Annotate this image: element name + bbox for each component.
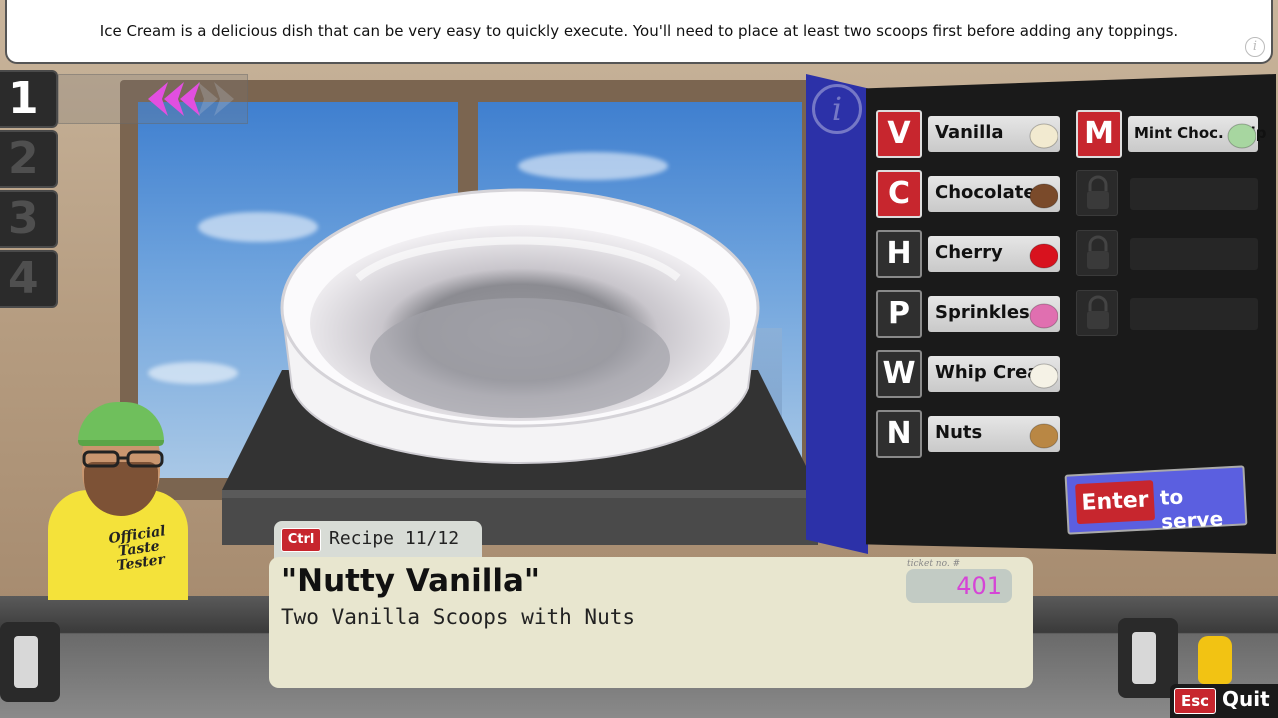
hotkey: V — [876, 110, 922, 158]
glasses-icon — [82, 450, 164, 468]
chocolate-scoop-icon — [1029, 183, 1058, 209]
ingredient-name: Chocolate — [935, 182, 1036, 203]
vanilla-scoop-icon — [1029, 123, 1058, 149]
order-slot-2[interactable]: 2 — [0, 130, 58, 188]
ticket-number: 401 — [906, 569, 1012, 603]
order-slot-4[interactable]: 4 — [0, 250, 58, 308]
ingredient-label: Vanilla — [928, 116, 1060, 152]
ingredient-label: Chocolate — [928, 176, 1060, 212]
mustard-bottle — [1198, 636, 1232, 684]
locked-slot — [1076, 170, 1266, 218]
lock-icon — [1087, 175, 1109, 209]
lock-icon — [1087, 235, 1109, 269]
ingredient-nuts-button[interactable]: N Nuts — [876, 410, 1066, 458]
ingredient-name: Sprinkles — [935, 302, 1030, 323]
hotkey: H — [876, 230, 922, 278]
locked-label — [1130, 238, 1258, 270]
info-tab[interactable] — [806, 74, 868, 554]
heat-lamp-right — [1118, 618, 1178, 698]
locked-key — [1076, 230, 1118, 276]
dish-description: Two Vanilla Scoops with Nuts — [281, 605, 636, 629]
hotkey: M — [1076, 110, 1122, 158]
serve-button[interactable]: Enter to serve — [1064, 465, 1248, 535]
esc-key: Esc — [1174, 688, 1216, 714]
ingredient-label: Whip Cream — [928, 356, 1060, 392]
hint-bar: Ice Cream is a delicious dish that can b… — [5, 0, 1273, 64]
locked-key — [1076, 290, 1118, 336]
quit-label: Quit — [1222, 687, 1270, 711]
info-icon[interactable]: i — [812, 84, 862, 134]
lock-icon — [1087, 295, 1109, 329]
ingredient-name: Vanilla — [935, 122, 1004, 143]
ingredient-label: Mint Choc. Chip — [1128, 116, 1267, 152]
recipe-ticket: "Nutty Vanilla" Two Vanilla Scoops with … — [269, 557, 1033, 688]
ingredient-label: Sprinkles — [928, 296, 1060, 332]
hotkey: W — [876, 350, 922, 398]
ingredient-cherry-button[interactable]: H Cherry — [876, 230, 1066, 278]
locked-label — [1130, 178, 1258, 210]
info-icon[interactable]: i — [1245, 37, 1265, 57]
sprinkles-icon — [1029, 303, 1058, 329]
ticket-label: ticket no. # — [907, 559, 961, 569]
ingredient-name: Cherry — [935, 242, 1003, 263]
cherry-icon — [1029, 243, 1058, 269]
hint-text: Ice Cream is a delicious dish that can b… — [99, 22, 1179, 40]
hotkey: N — [876, 410, 922, 458]
dish-name: "Nutty Vanilla" — [281, 563, 541, 599]
serve-label: to serve — [1159, 484, 1224, 534]
ingredient-label: Nuts — [928, 416, 1060, 452]
ingredient-chocolate-button[interactable]: C Chocolate — [876, 170, 1066, 218]
nuts-icon — [1029, 423, 1058, 449]
whip-cream-icon — [1029, 363, 1058, 389]
ingredient-name: Nuts — [935, 422, 983, 443]
enter-key: Enter — [1075, 480, 1156, 525]
shirt-text: Official Taste Tester — [101, 523, 176, 574]
ingredient-whip-cream-button[interactable]: W Whip Cream — [876, 350, 1066, 398]
quit-button[interactable]: Esc Quit — [1170, 684, 1278, 718]
locked-slot — [1076, 290, 1266, 338]
hotkey: P — [876, 290, 922, 338]
taste-tester-character: Official Taste Tester — [48, 400, 188, 600]
recipe-tab[interactable]: Ctrl Recipe 11/12 — [274, 521, 482, 561]
cloud — [518, 152, 668, 180]
order-slot-1[interactable]: 1 — [0, 70, 58, 128]
ingredient-label: Cherry — [928, 236, 1060, 272]
order-slot-3[interactable]: 3 — [0, 190, 58, 248]
locked-slot — [1076, 230, 1266, 278]
recipe-counter: Recipe 11/12 — [329, 528, 460, 549]
hard-hat-icon — [78, 402, 164, 446]
ingredient-sprinkles-button[interactable]: P Sprinkles — [876, 290, 1066, 338]
serving-bowl[interactable] — [278, 188, 762, 478]
locked-label — [1130, 298, 1258, 330]
ingredient-vanilla-button[interactable]: V Vanilla — [876, 110, 1066, 158]
locked-key — [1076, 170, 1118, 216]
ctrl-key: Ctrl — [281, 528, 321, 552]
heat-lamp-left — [0, 622, 60, 702]
mint-scoop-icon — [1227, 123, 1256, 149]
ingredient-mint-choc-chip-button[interactable]: M Mint Choc. Chip — [1076, 110, 1267, 158]
hotkey: C — [876, 170, 922, 218]
timer-arrow-icon — [214, 82, 234, 116]
